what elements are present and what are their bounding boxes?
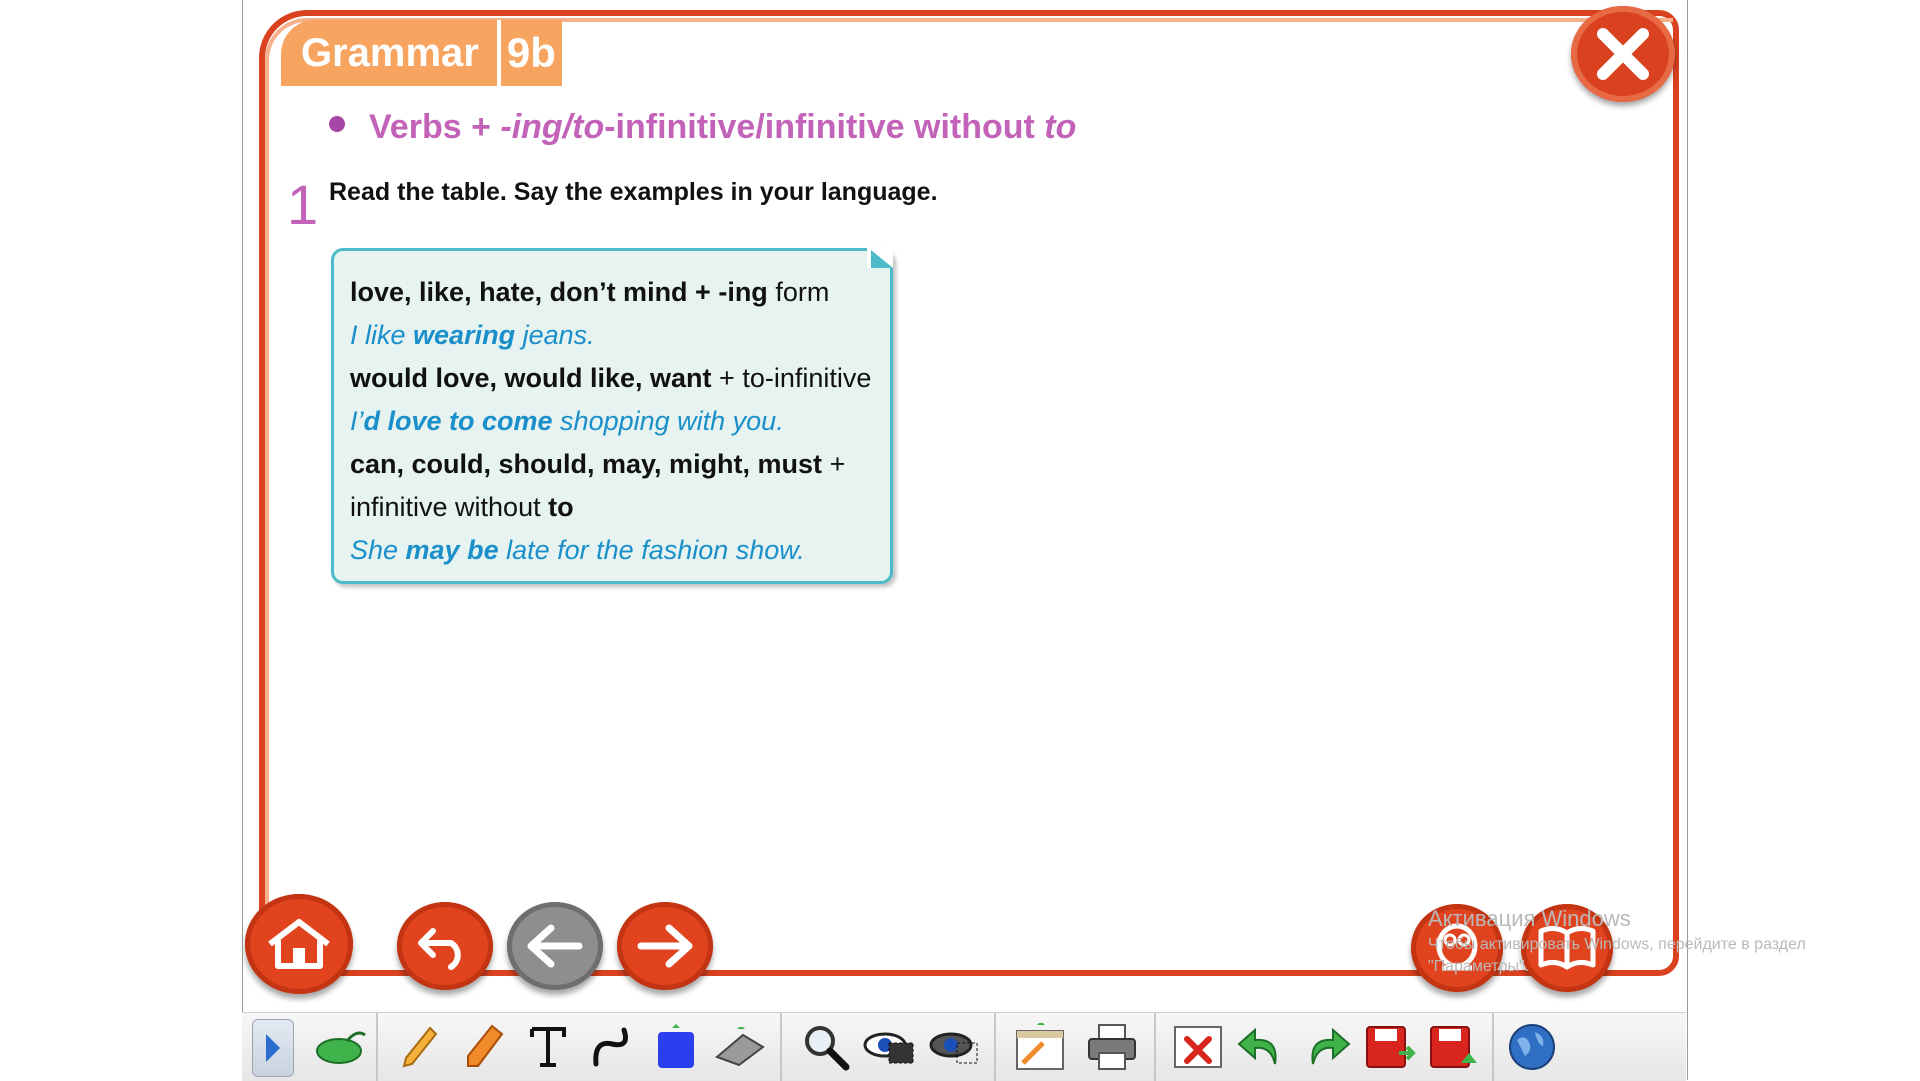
- shape-square-icon: [658, 1024, 694, 1068]
- next-page-button[interactable]: [617, 902, 713, 990]
- close-button[interactable]: [1571, 6, 1675, 102]
- toolbar-separator: [780, 1013, 782, 1081]
- eye-reveal-icon: [929, 1032, 978, 1064]
- pen-tool-button[interactable]: [392, 1019, 448, 1075]
- floppy-export-icon: [1430, 1026, 1477, 1068]
- floppy-save-icon: [1366, 1026, 1416, 1068]
- exercise-instruction: Read the table. Say the examples in your…: [329, 178, 938, 206]
- heading-bullet: [329, 116, 345, 132]
- section-heading: Verbs + -ing/to-infinitive/infinitive wi…: [369, 108, 1077, 146]
- eraser-tool-button[interactable]: [712, 1019, 768, 1075]
- redo-action-button[interactable]: [1298, 1019, 1354, 1075]
- printer-icon: [1088, 1024, 1136, 1070]
- grammar-example-1: I like wearing jeans.: [350, 320, 595, 350]
- eye-spotlight-icon: [863, 1032, 914, 1064]
- grammar-example-3: She may be late for the fashion show.: [350, 535, 805, 565]
- left-arrow-icon: [527, 924, 583, 968]
- spotlight-tool-button[interactable]: [862, 1019, 918, 1075]
- grammar-rule-3-cont: infinitive without to: [350, 492, 574, 522]
- windows-activation-watermark: Активация Windows Чтобы активировать Win…: [1428, 906, 1806, 975]
- globe-icon: [1509, 1024, 1555, 1070]
- home-icon: [268, 919, 330, 969]
- text-t-icon: [530, 1027, 566, 1067]
- clear-x-icon: [1174, 1026, 1222, 1068]
- undo-icon: [1237, 1027, 1277, 1065]
- right-arrow-icon: [637, 924, 693, 968]
- shape-tool-button[interactable]: [648, 1019, 704, 1075]
- mouse-pointer-button[interactable]: [312, 1019, 368, 1075]
- zoom-tool-button[interactable]: [798, 1019, 854, 1075]
- pencil-icon: [402, 1026, 438, 1068]
- play-triangle-icon: [266, 1034, 280, 1062]
- magnifier-icon: [805, 1026, 850, 1071]
- mouse-icon: [316, 1031, 366, 1064]
- text-tool-button[interactable]: [520, 1019, 576, 1075]
- title-label: Grammar: [281, 20, 497, 86]
- title-tab: Grammar 9b: [281, 20, 562, 86]
- tools-toolbar: [242, 1012, 1686, 1081]
- grammar-table: love, like, hate, don’t mind + -ing form…: [331, 248, 893, 584]
- undo-action-button[interactable]: [1234, 1019, 1290, 1075]
- curve-line-icon: [593, 1027, 628, 1067]
- print-button[interactable]: [1084, 1019, 1140, 1075]
- home-button[interactable]: [245, 894, 353, 994]
- toolbar-toggle-button[interactable]: [252, 1019, 294, 1077]
- web-link-button[interactable]: [1504, 1019, 1560, 1075]
- close-icon: [1597, 28, 1649, 80]
- save-button[interactable]: [1362, 1019, 1418, 1075]
- redo-icon: [1311, 1027, 1351, 1065]
- notes-button[interactable]: [1012, 1019, 1068, 1075]
- undo-arrow-icon: [418, 928, 461, 970]
- undo-button[interactable]: [397, 902, 493, 990]
- grammar-rule-3: can, could, should, may, might, must +: [350, 449, 846, 479]
- grammar-rule-1: love, like, hate, don’t mind + -ing form: [350, 277, 830, 307]
- exercise-number: 1: [287, 173, 319, 236]
- highlighter-icon: [467, 1024, 504, 1067]
- toolbar-separator: [1154, 1013, 1156, 1081]
- line-tool-button[interactable]: [584, 1019, 640, 1075]
- toolbar-separator: [376, 1013, 378, 1081]
- toolbar-separator: [994, 1013, 996, 1081]
- toolbar-separator: [1492, 1013, 1494, 1081]
- title-number: 9b: [500, 20, 562, 86]
- highlighter-tool-button[interactable]: [456, 1019, 512, 1075]
- grammar-example-2: I’d love to come shopping with you.: [350, 406, 784, 436]
- note-pencil-icon: [1016, 1023, 1064, 1070]
- previous-page-button[interactable]: [507, 902, 603, 990]
- grammar-box-fold: [867, 248, 893, 268]
- eraser-icon: [715, 1027, 765, 1067]
- reveal-tool-button[interactable]: [926, 1019, 982, 1075]
- grammar-rule-2: would love, would like, want + to-infini…: [350, 363, 872, 393]
- clear-all-button[interactable]: [1170, 1019, 1226, 1075]
- save-as-button[interactable]: [1426, 1019, 1482, 1075]
